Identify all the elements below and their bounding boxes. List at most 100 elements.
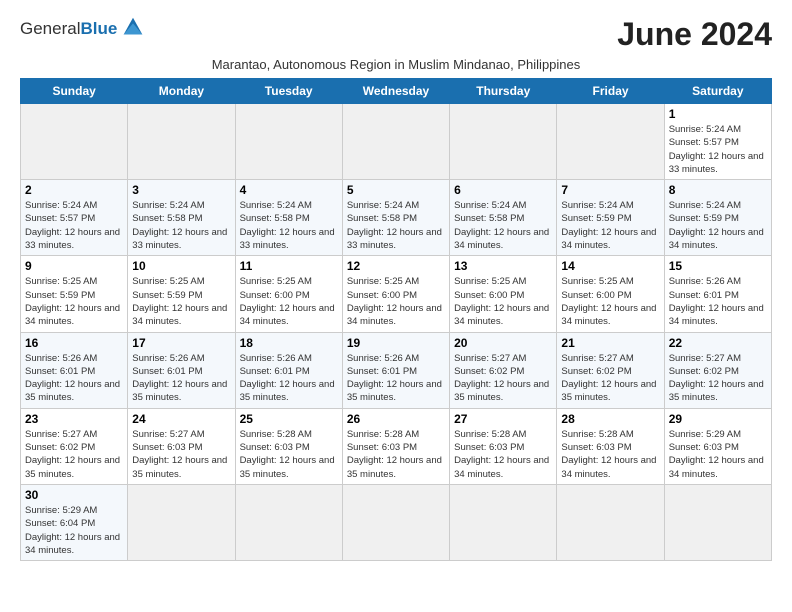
day-info: Sunrise: 5:24 AMSunset: 5:59 PMDaylight:… [561, 199, 659, 252]
day-number: 1 [669, 107, 767, 121]
calendar-cell: 19Sunrise: 5:26 AMSunset: 6:01 PMDayligh… [342, 332, 449, 408]
weekday-header-thursday: Thursday [450, 79, 557, 104]
calendar-cell [21, 104, 128, 180]
weekday-header-sunday: Sunday [21, 79, 128, 104]
day-number: 26 [347, 412, 445, 426]
day-number: 17 [132, 336, 230, 350]
day-info: Sunrise: 5:24 AMSunset: 5:58 PMDaylight:… [454, 199, 552, 252]
day-number: 18 [240, 336, 338, 350]
calendar-cell: 16 Sunrise: 5:26 AMSunset: 6:01 PMDayligh… [21, 332, 128, 408]
calendar-week-3: 9Sunrise: 5:25 AMSunset: 5:59 PMDaylight… [21, 256, 772, 332]
day-number: 5 [347, 183, 445, 197]
day-info: Sunrise: 5:24 AMSunset: 5:58 PMDaylight:… [240, 199, 338, 252]
day-info: Sunrise: 5:29 AMSunset: 6:03 PMDaylight:… [669, 428, 767, 481]
calendar-cell [557, 104, 664, 180]
calendar-cell [128, 484, 235, 560]
day-info: Sunrise: 5:28 AMSunset: 6:03 PMDaylight:… [240, 428, 338, 481]
calendar-table: SundayMondayTuesdayWednesdayThursdayFrid… [20, 78, 772, 561]
weekday-header-friday: Friday [557, 79, 664, 104]
weekday-header-monday: Monday [128, 79, 235, 104]
calendar-cell [557, 484, 664, 560]
calendar-cell: 24 Sunrise: 5:27 AMSunset: 6:03 PMDayligh… [128, 408, 235, 484]
day-number: 10 [132, 259, 230, 273]
day-info: Sunrise: 5:25 AMSunset: 6:00 PMDaylight:… [454, 275, 552, 328]
calendar-cell [235, 484, 342, 560]
logo-icon [119, 14, 147, 42]
day-info: Sunrise: 5:25 AMSunset: 5:59 PMDaylight:… [132, 275, 230, 328]
day-info: Sunrise: 5:26 AMSunset: 6:01 PMDaylight:… [669, 275, 767, 328]
calendar-cell: 3 Sunrise: 5:24 AMSunset: 5:58 PMDaylight… [128, 180, 235, 256]
day-info: Sunrise: 5:27 AMSunset: 6:02 PMDaylight:… [454, 352, 552, 405]
day-info: Sunrise: 5:24 AMSunset: 5:59 PMDaylight:… [669, 199, 767, 252]
day-info: Sunrise: 5:27 AMSunset: 6:02 PMDaylight:… [25, 428, 123, 481]
calendar-cell: 9Sunrise: 5:25 AMSunset: 5:59 PMDaylight… [21, 256, 128, 332]
calendar-cell [128, 104, 235, 180]
calendar-cell: 26 Sunrise: 5:28 AMSunset: 6:03 PMDayligh… [342, 408, 449, 484]
calendar-cell: 12 Sunrise: 5:25 AMSunset: 6:00 PMDayligh… [342, 256, 449, 332]
calendar-week-5: 23 Sunrise: 5:27 AMSunset: 6:02 PMDayligh… [21, 408, 772, 484]
day-number: 13 [454, 259, 552, 273]
header: GeneralBlue June 2024 [20, 16, 772, 53]
calendar-cell: 6 Sunrise: 5:24 AMSunset: 5:58 PMDaylight… [450, 180, 557, 256]
logo: GeneralBlue [20, 16, 147, 42]
subtitle: Marantao, Autonomous Region in Muslim Mi… [20, 57, 772, 72]
calendar-cell: 4Sunrise: 5:24 AMSunset: 5:58 PMDaylight… [235, 180, 342, 256]
day-info: Sunrise: 5:25 AMSunset: 6:00 PMDaylight:… [240, 275, 338, 328]
weekday-header-wednesday: Wednesday [342, 79, 449, 104]
day-number: 16 [25, 336, 123, 350]
calendar-week-2: 2Sunrise: 5:24 AMSunset: 5:57 PMDaylight… [21, 180, 772, 256]
day-info: Sunrise: 5:26 AMSunset: 6:01 PMDaylight:… [240, 352, 338, 405]
day-number: 29 [669, 412, 767, 426]
day-info: Sunrise: 5:28 AMSunset: 6:03 PMDaylight:… [454, 428, 552, 481]
day-number: 7 [561, 183, 659, 197]
day-number: 25 [240, 412, 338, 426]
day-number: 28 [561, 412, 659, 426]
calendar-cell [450, 484, 557, 560]
day-number: 14 [561, 259, 659, 273]
calendar-cell: 11Sunrise: 5:25 AMSunset: 6:00 PMDayligh… [235, 256, 342, 332]
calendar-cell: 18 Sunrise: 5:26 AMSunset: 6:01 PMDayligh… [235, 332, 342, 408]
day-number: 6 [454, 183, 552, 197]
day-info: Sunrise: 5:28 AMSunset: 6:03 PMDaylight:… [347, 428, 445, 481]
calendar-cell: 1Sunrise: 5:24 AMSunset: 5:57 PMDaylight… [664, 104, 771, 180]
weekday-header-row: SundayMondayTuesdayWednesdayThursdayFrid… [21, 79, 772, 104]
day-info: Sunrise: 5:26 AMSunset: 6:01 PMDaylight:… [347, 352, 445, 405]
day-info: Sunrise: 5:27 AMSunset: 6:03 PMDaylight:… [132, 428, 230, 481]
day-number: 8 [669, 183, 767, 197]
day-info: Sunrise: 5:28 AMSunset: 6:03 PMDaylight:… [561, 428, 659, 481]
day-info: Sunrise: 5:24 AMSunset: 5:58 PMDaylight:… [132, 199, 230, 252]
calendar-cell: 17Sunrise: 5:26 AMSunset: 6:01 PMDayligh… [128, 332, 235, 408]
calendar-cell: 29 Sunrise: 5:29 AMSunset: 6:03 PMDayligh… [664, 408, 771, 484]
calendar-cell: 21Sunrise: 5:27 AMSunset: 6:02 PMDayligh… [557, 332, 664, 408]
day-info: Sunrise: 5:26 AMSunset: 6:01 PMDaylight:… [25, 352, 123, 405]
calendar-cell: 13 Sunrise: 5:25 AMSunset: 6:00 PMDayligh… [450, 256, 557, 332]
day-info: Sunrise: 5:24 AMSunset: 5:58 PMDaylight:… [347, 199, 445, 252]
calendar-cell [664, 484, 771, 560]
calendar-cell [235, 104, 342, 180]
day-info: Sunrise: 5:27 AMSunset: 6:02 PMDaylight:… [669, 352, 767, 405]
day-number: 3 [132, 183, 230, 197]
logo-general: General [20, 19, 80, 38]
month-title: June 2024 [617, 16, 772, 53]
day-number: 20 [454, 336, 552, 350]
day-number: 24 [132, 412, 230, 426]
day-number: 15 [669, 259, 767, 273]
logo-blue: Blue [80, 19, 117, 38]
day-number: 2 [25, 183, 123, 197]
day-info: Sunrise: 5:25 AMSunset: 5:59 PMDaylight:… [25, 275, 123, 328]
day-number: 23 [25, 412, 123, 426]
calendar-week-1: 1Sunrise: 5:24 AMSunset: 5:57 PMDaylight… [21, 104, 772, 180]
day-info: Sunrise: 5:29 AMSunset: 6:04 PMDaylight:… [25, 504, 123, 557]
day-info: Sunrise: 5:25 AMSunset: 6:00 PMDaylight:… [561, 275, 659, 328]
calendar-cell [342, 104, 449, 180]
day-info: Sunrise: 5:25 AMSunset: 6:00 PMDaylight:… [347, 275, 445, 328]
calendar-cell: 23 Sunrise: 5:27 AMSunset: 6:02 PMDayligh… [21, 408, 128, 484]
day-number: 12 [347, 259, 445, 273]
calendar-cell: 7 Sunrise: 5:24 AMSunset: 5:59 PMDaylight… [557, 180, 664, 256]
calendar-cell [450, 104, 557, 180]
calendar-cell: 2Sunrise: 5:24 AMSunset: 5:57 PMDaylight… [21, 180, 128, 256]
weekday-header-saturday: Saturday [664, 79, 771, 104]
day-number: 22 [669, 336, 767, 350]
calendar-cell: 22 Sunrise: 5:27 AMSunset: 6:02 PMDayligh… [664, 332, 771, 408]
calendar-cell: 25 Sunrise: 5:28 AMSunset: 6:03 PMDayligh… [235, 408, 342, 484]
